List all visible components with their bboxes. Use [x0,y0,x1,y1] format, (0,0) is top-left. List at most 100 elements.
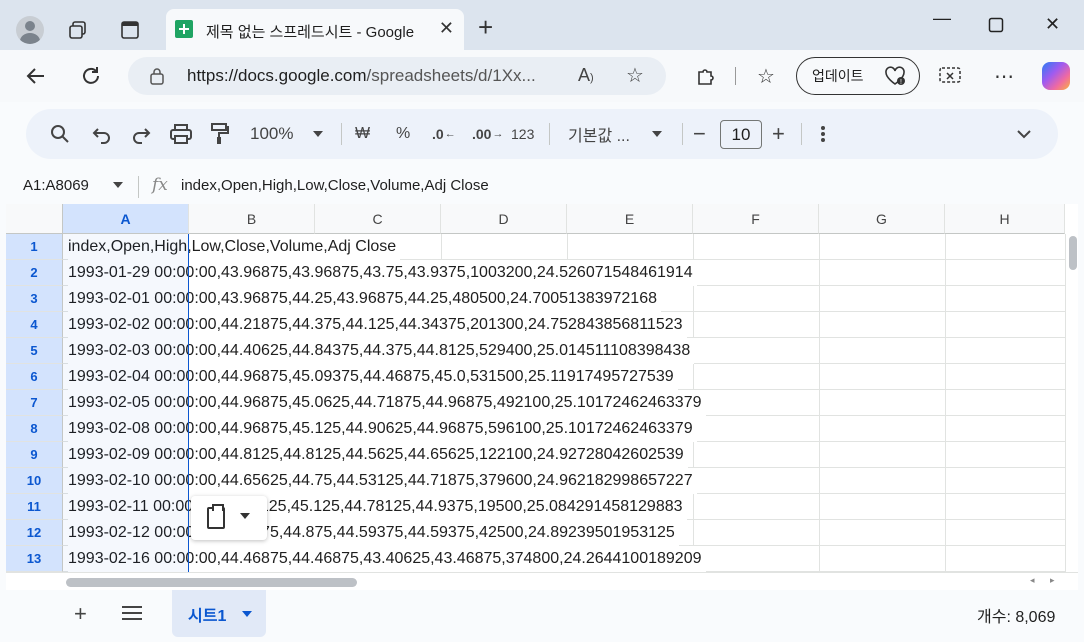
scroll-right-icon[interactable]: ▸ [1050,575,1055,586]
column-header-e[interactable]: E [567,204,693,234]
search-menus-icon[interactable] [50,109,70,159]
cell-grid[interactable]: ABCDEFGH 1 index,Open,High,Low,Close,Volu… [6,204,1078,572]
column-header-d[interactable]: D [441,204,567,234]
horizontal-scrollbar[interactable]: ◂ ▸ [6,572,1078,590]
vertical-scrollbar[interactable] [1065,234,1078,572]
font-size-increase-button[interactable]: + [772,109,785,159]
update-button[interactable]: 업데이트 ! [796,57,920,95]
name-box[interactable]: A1:A8069 [23,177,89,194]
horizontal-scroll-thumb[interactable] [66,578,357,587]
formula-divider [138,176,139,198]
cell-a12[interactable]: 1993-02-12 00:00:00,44.9375,44.875,44.59… [68,520,679,546]
scroll-left-icon[interactable]: ◂ [1030,575,1035,586]
column-header-b[interactable]: B [189,204,315,234]
sheets-favicon-icon [175,20,193,38]
zoom-select[interactable]: 100% [250,109,293,159]
extensions-puzzle-icon[interactable] [692,62,720,90]
cell-a7[interactable]: 1993-02-05 00:00:00,44.96875,45.0625,44.… [68,390,706,416]
favorites-icon[interactable]: ☆ [752,62,780,90]
cell-a13[interactable]: 1993-02-16 00:00:00,44.46875,44.46875,43… [68,546,706,572]
cell-a11[interactable]: 1993-02-11 00:00:00,44.78125,45.125,44.7… [68,494,687,520]
column-header-h[interactable]: H [945,204,1065,234]
workspaces-icon[interactable] [66,18,90,42]
paste-options-button[interactable] [191,496,267,540]
row-header[interactable]: 12 [6,520,63,546]
profile-avatar[interactable] [16,16,44,44]
select-all-corner[interactable] [6,204,63,234]
decrease-decimal-button[interactable]: .0 ← [432,109,456,159]
row-header[interactable]: 11 [6,494,63,520]
arrow-left-icon: ← [444,128,456,140]
row-header[interactable]: 9 [6,442,63,468]
undo-icon[interactable] [92,109,112,159]
minimize-icon[interactable]: — [933,8,951,29]
vertical-scroll-thumb[interactable] [1069,236,1077,270]
cell-a6[interactable]: 1993-02-04 00:00:00,44.96875,45.09375,44… [68,364,678,390]
url-path: /spreadsheets/d/1Xx... [366,66,536,85]
currency-label: ₩ [355,125,371,142]
site-info-lock-icon[interactable] [150,67,164,85]
all-sheets-menu-icon[interactable] [122,606,142,620]
row-header[interactable]: 2 [6,260,63,286]
cell-a3[interactable]: 1993-02-01 00:00:00,43.96875,44.25,43.96… [68,286,661,312]
more-menu-icon[interactable]: ⋯ [990,62,1018,90]
cell-a5[interactable]: 1993-02-03 00:00:00,44.40625,44.84375,44… [68,338,695,364]
add-sheet-button[interactable]: + [74,601,87,627]
cell-a2[interactable]: 1993-01-29 00:00:00,43.96875,43.96875,43… [68,260,697,286]
column-header-a[interactable]: A [63,204,189,234]
row-header[interactable]: 1 [6,234,63,260]
row-header[interactable]: 5 [6,338,63,364]
increase-decimal-button[interactable]: .00 → [472,109,503,159]
selection-count[interactable]: 개수: 8,069 [977,603,1055,627]
print-icon[interactable] [170,109,192,159]
sheet-tab-active[interactable]: 시트1 [172,590,266,637]
cell-a9[interactable]: 1993-02-09 00:00:00,44.8125,44.8125,44.5… [68,442,688,468]
currency-format-button[interactable]: ₩ [355,109,370,159]
font-dropdown-icon[interactable] [651,109,663,159]
collapse-toolbar-icon[interactable] [1016,109,1032,159]
row-header[interactable]: 3 [6,286,63,312]
name-box-dropdown-icon[interactable] [112,178,124,192]
window-close-icon[interactable]: ✕ [1045,14,1060,35]
maximize-icon[interactable] [988,17,1004,38]
row-header[interactable]: 7 [6,390,63,416]
decrease-decimal-label: .0 [432,126,444,142]
favorite-star-icon[interactable]: ☆ [626,63,644,88]
address-bar[interactable]: https://docs.google.com/spreadsheets/d/1… [128,57,666,95]
new-tab-button[interactable]: + [478,14,493,40]
row-header[interactable]: 4 [6,312,63,338]
column-header-f[interactable]: F [693,204,819,234]
formula-input[interactable]: index,Open,High,Low,Close,Volume,Adj Clo… [181,177,489,194]
percent-format-button[interactable]: % [396,109,410,159]
sheet-bar: + 시트1 개수: 8,069 [0,590,1084,640]
copilot-icon[interactable] [1042,62,1070,90]
redo-icon[interactable] [131,109,151,159]
back-arrow-icon[interactable] [22,62,50,90]
number-format-button[interactable]: 123 [511,109,534,159]
sheet-tab-dropdown-icon[interactable] [242,611,252,617]
row-header[interactable]: 13 [6,546,63,572]
column-header-c[interactable]: C [315,204,441,234]
tab-actions-icon[interactable] [118,18,142,42]
font-family-value: 기본값 ... [568,128,630,145]
screenshot-icon[interactable] [936,62,964,90]
cell-a4[interactable]: 1993-02-02 00:00:00,44.21875,44.375,44.1… [68,312,687,338]
cell-a1[interactable]: index,Open,High,Low,Close,Volume,Adj Clo… [68,234,401,260]
tab-close-icon[interactable]: ✕ [439,18,454,39]
cell-a8[interactable]: 1993-02-08 00:00:00,44.96875,45.125,44.9… [68,416,697,442]
toolbar-divider [549,123,550,145]
font-size-decrease-button[interactable]: − [693,109,706,159]
row-header[interactable]: 6 [6,364,63,390]
zoom-dropdown-icon[interactable] [312,109,324,159]
row-header[interactable]: 8 [6,416,63,442]
font-family-select[interactable]: 기본값 ... [568,109,630,159]
font-size-input[interactable]: 10 [720,120,762,149]
cell-a10[interactable]: 1993-02-10 00:00:00,44.65625,44.75,44.53… [68,468,697,494]
tab-active[interactable]: 제목 없는 스프레드시트 - Google ✕ [166,9,464,50]
column-header-g[interactable]: G [819,204,945,234]
more-options-icon[interactable] [820,109,826,159]
read-aloud-icon[interactable]: A) [578,65,594,86]
refresh-icon[interactable] [77,62,105,90]
paint-format-icon[interactable] [210,109,230,159]
row-header[interactable]: 10 [6,468,63,494]
